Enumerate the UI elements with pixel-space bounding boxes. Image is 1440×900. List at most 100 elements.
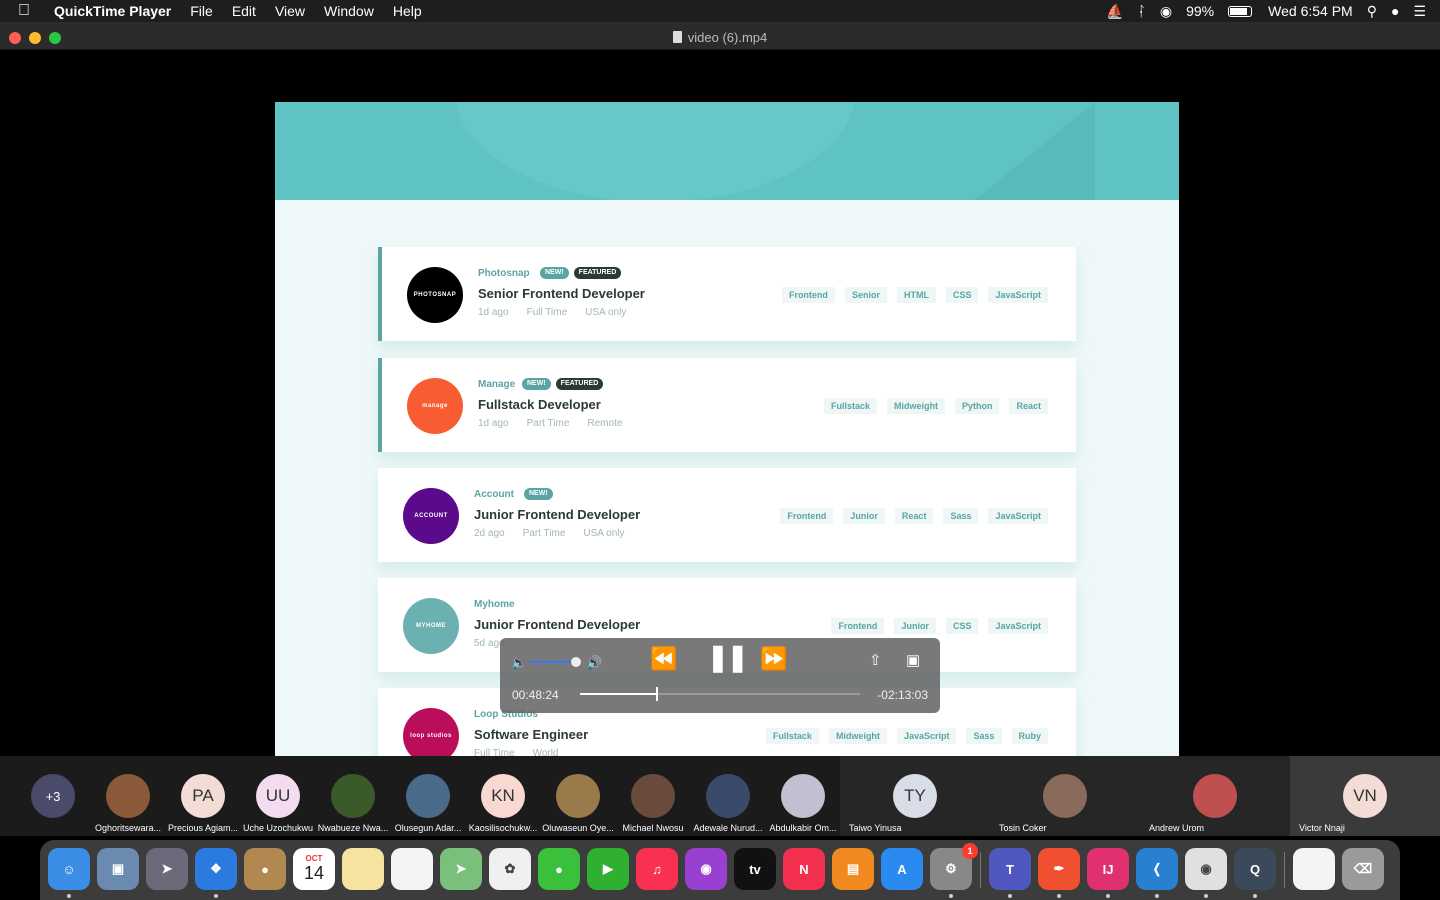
filter-tag[interactable]: Sass xyxy=(966,728,1002,744)
pause-icon[interactable]: ❚❚ xyxy=(707,644,749,670)
filter-tag[interactable]: Sass xyxy=(943,508,979,524)
job-card[interactable]: PHOTOSNAP Photosnap NEW! FEATURED Senior Fro… xyxy=(378,247,1076,341)
vscode-icon[interactable]: ❬ xyxy=(1136,848,1178,890)
books-icon[interactable]: ▤ xyxy=(832,848,874,890)
filter-tag[interactable]: Frontend xyxy=(780,508,834,524)
siri-icon[interactable]: ● xyxy=(1391,3,1399,19)
bluetooth-icon[interactable]: ᛛ xyxy=(1137,3,1145,19)
filter-tag[interactable]: Ruby xyxy=(1011,728,1048,744)
control-center-icon[interactable]: ☰ xyxy=(1413,3,1426,20)
share-icon[interactable]: ⇧ xyxy=(869,652,882,670)
filter-tag[interactable]: Frontend xyxy=(831,618,885,634)
menu-file[interactable]: File xyxy=(190,3,213,19)
job-card[interactable]: ACCOUNT Account NEW! Junior Frontend Develo… xyxy=(378,468,1076,562)
participant[interactable]: Michael Nwosu xyxy=(622,756,684,836)
participant[interactable]: KN Kaosilisochukw... xyxy=(469,756,537,836)
system-preferences-icon[interactable]: ⚙ 1 xyxy=(930,843,978,890)
filter-tag[interactable]: CSS xyxy=(945,287,979,303)
job-card[interactable]: manage Manage NEW! FEATURED Fullstack Develo… xyxy=(378,358,1076,452)
filter-tag[interactable]: HTML xyxy=(896,287,936,303)
job-title[interactable]: Software Engineer xyxy=(474,727,588,742)
fast-forward-icon[interactable]: ⏩ xyxy=(760,648,787,670)
volume-knob[interactable] xyxy=(571,657,581,667)
menu-view[interactable]: View xyxy=(275,3,305,19)
battery-icon[interactable] xyxy=(1228,5,1253,17)
messages-icon[interactable]: ● xyxy=(538,848,580,890)
participant[interactable]: Adewale Nurud... xyxy=(693,756,763,836)
filter-tag[interactable]: Junior xyxy=(843,508,885,524)
job-title[interactable]: Senior Frontend Developer xyxy=(478,286,645,301)
filter-tag[interactable]: JavaScript xyxy=(896,728,957,744)
trash-icon[interactable]: ⌫ xyxy=(1342,848,1384,890)
scrubber[interactable] xyxy=(580,687,860,701)
appletv-icon[interactable]: tv xyxy=(734,848,776,890)
app-menu[interactable]: QuickTime Player xyxy=(54,3,171,19)
speaker-high-icon[interactable]: 🔊 xyxy=(586,654,602,672)
more-participants[interactable]: +3 xyxy=(30,756,76,836)
swift-playgrounds-icon[interactable]: ✒ xyxy=(1038,848,1080,890)
job-title[interactable]: Junior Frontend Developer xyxy=(474,617,640,632)
menu-help[interactable]: Help xyxy=(393,3,422,19)
participant[interactable]: PA Precious Agiam... xyxy=(168,756,238,836)
participant-tile[interactable]: Tosin Coker xyxy=(990,756,1140,836)
participant[interactable]: Nwabueze Nwa... xyxy=(318,756,388,836)
teams-icon[interactable]: T xyxy=(989,848,1031,890)
menu-window[interactable]: Window xyxy=(324,3,374,19)
contacts-icon[interactable]: ● xyxy=(244,848,286,890)
chrome-icon[interactable]: ◉ xyxy=(1185,848,1227,890)
scrubber-playhead[interactable] xyxy=(655,687,658,701)
apple-menu-icon[interactable]:  xyxy=(18,0,38,22)
wifi-icon[interactable]: ◉ xyxy=(1160,3,1172,20)
appstore-icon[interactable]: A xyxy=(881,848,923,890)
participant-tile[interactable]: Andrew Urom xyxy=(1140,756,1290,836)
filter-tag[interactable]: JavaScript xyxy=(988,508,1048,524)
job-title[interactable]: Junior Frontend Developer xyxy=(474,507,640,522)
notes-icon[interactable] xyxy=(342,848,384,890)
filter-tag[interactable]: Midweight xyxy=(828,728,887,744)
news-icon[interactable]: N xyxy=(783,848,825,890)
filter-tag[interactable]: Senior xyxy=(844,287,887,303)
clock[interactable]: Wed 6:54 PM xyxy=(1268,3,1353,19)
filter-tag[interactable]: Midweight xyxy=(886,398,945,414)
launchpad-icon[interactable]: ➤ xyxy=(146,848,188,890)
facetime-icon[interactable]: ▶ xyxy=(587,848,629,890)
podcasts-icon[interactable]: ◉ xyxy=(685,848,727,890)
picture-in-picture-icon[interactable]: ▣ xyxy=(906,652,920,670)
filter-tag[interactable]: Frontend xyxy=(781,287,835,303)
filter-tag[interactable]: Junior xyxy=(894,618,936,634)
filter-tag[interactable]: Fullstack xyxy=(823,398,877,414)
filter-tag[interactable]: React xyxy=(894,508,934,524)
safari-icon[interactable]: ❖ xyxy=(195,848,237,890)
filter-tag[interactable]: JavaScript xyxy=(988,287,1048,303)
filter-tag[interactable]: React xyxy=(1009,398,1048,414)
participant[interactable]: UU Uche Uzochukwu xyxy=(243,756,313,836)
participant-tile[interactable]: TY Taiwo Yinusa xyxy=(840,756,990,836)
participant-tile[interactable]: VN Victor Nnaji xyxy=(1290,756,1440,836)
intellij-icon[interactable]: IJ xyxy=(1087,848,1129,890)
participant[interactable]: Olusegun Adar... xyxy=(395,756,461,836)
calendar-icon[interactable]: OCT 14 xyxy=(293,848,335,890)
preview-icon[interactable]: ▣ xyxy=(97,848,139,890)
rewind-icon[interactable]: ⏪ xyxy=(650,648,677,670)
filter-tag[interactable]: CSS xyxy=(945,618,979,634)
spotlight-icon[interactable]: ⚲ xyxy=(1367,3,1377,20)
filter-tag[interactable]: Fullstack xyxy=(765,728,819,744)
filter-tag[interactable]: JavaScript xyxy=(988,618,1048,634)
document-icon[interactable] xyxy=(1293,848,1335,890)
maps-icon[interactable]: ➤ xyxy=(440,848,482,890)
filter-tag[interactable]: Python xyxy=(954,398,1000,414)
reminders-icon[interactable] xyxy=(391,848,433,890)
music-icon[interactable]: ♫ xyxy=(636,848,678,890)
participant[interactable]: Oghoritsewara... xyxy=(95,756,161,836)
quicktime-icon[interactable]: Q xyxy=(1234,848,1276,890)
photos-icon[interactable]: ✿ xyxy=(489,848,531,890)
docker-icon[interactable]: ⛵ xyxy=(1106,3,1123,20)
finder-icon[interactable]: ☺ xyxy=(48,848,90,890)
participant[interactable]: Oluwaseun Oye... xyxy=(542,756,614,836)
participant[interactable]: Abdulkabir Om... xyxy=(769,756,837,836)
speaker-low-icon[interactable]: 🔈 xyxy=(511,654,527,672)
volume-slider[interactable] xyxy=(530,657,581,667)
job-title[interactable]: Fullstack Developer xyxy=(478,397,601,412)
menu-edit[interactable]: Edit xyxy=(232,3,256,19)
overflow-count[interactable]: +3 xyxy=(31,774,75,818)
